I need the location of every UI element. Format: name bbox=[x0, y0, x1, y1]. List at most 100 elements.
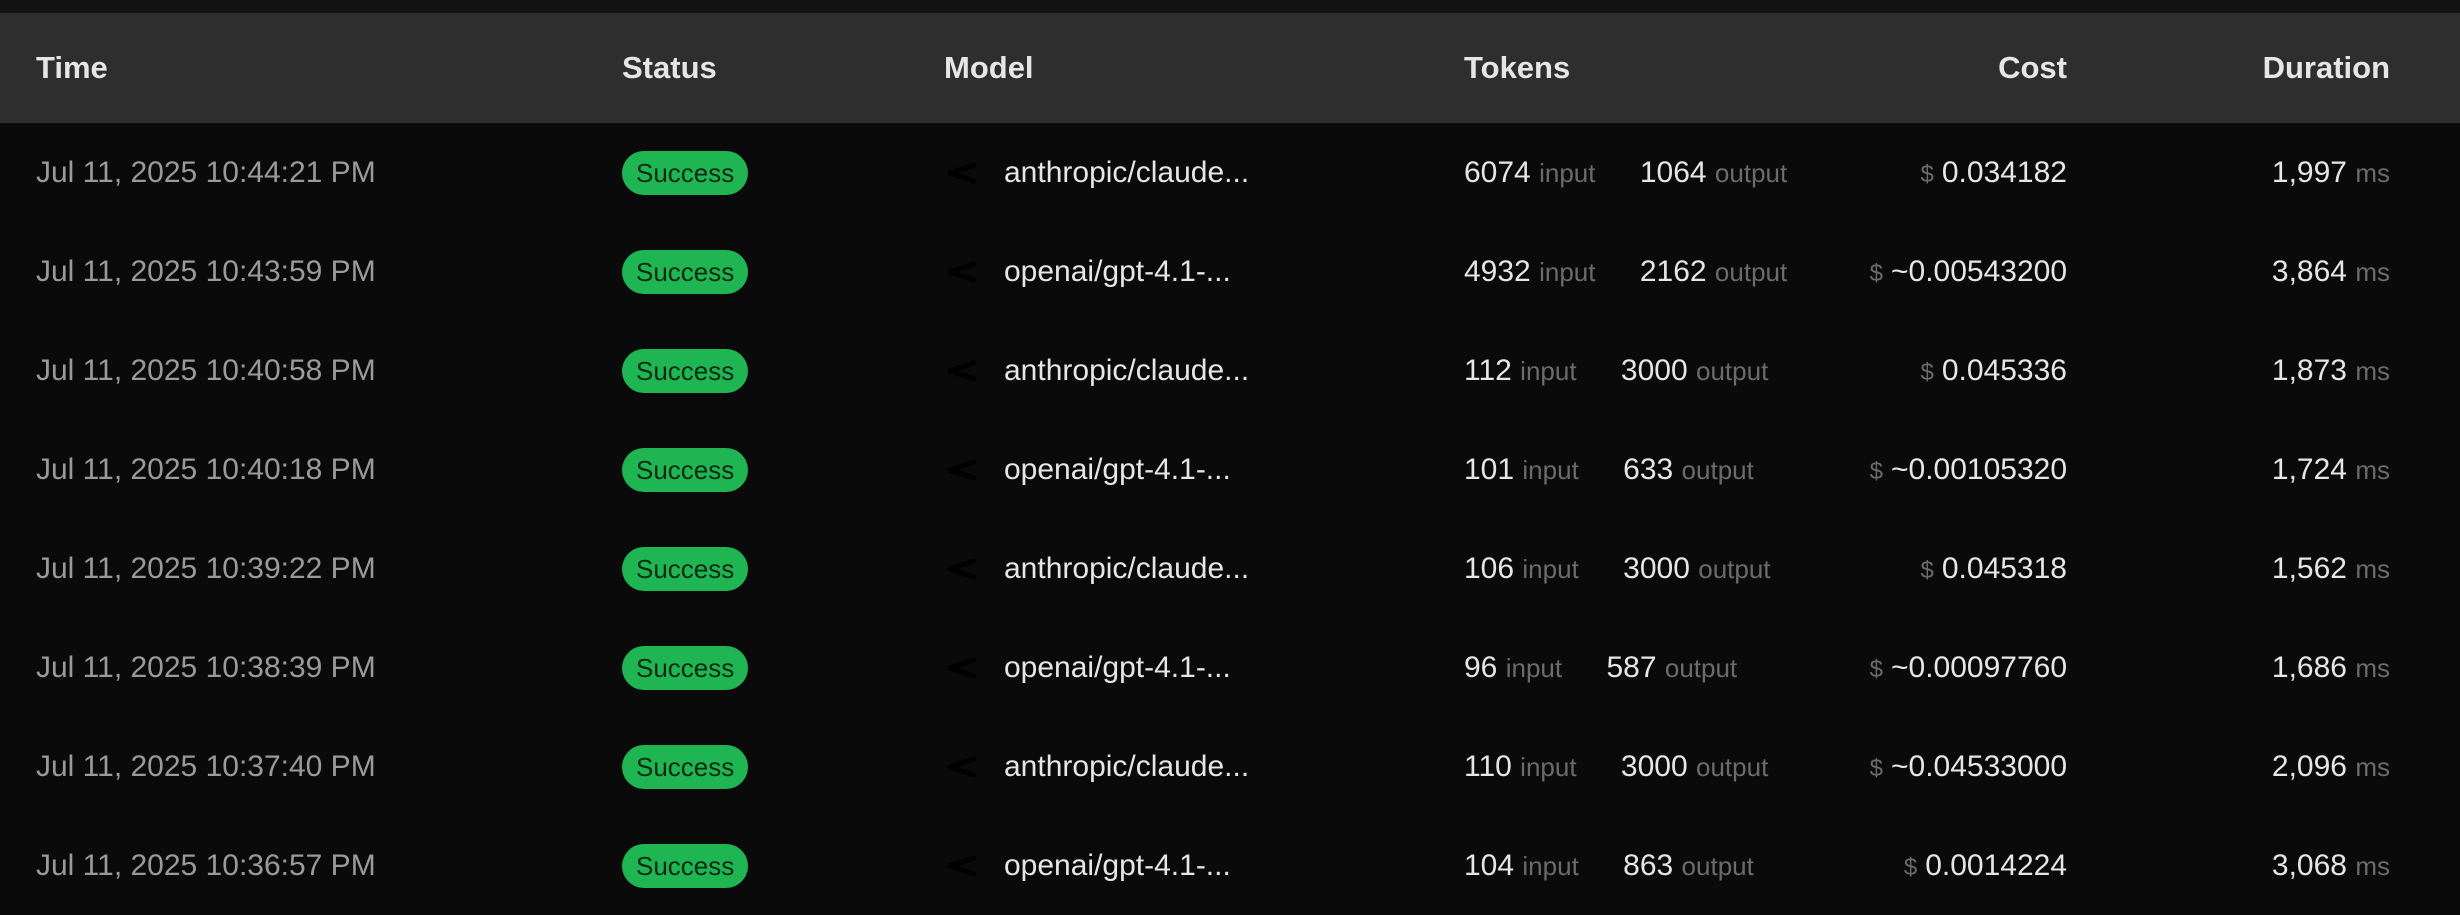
header-duration[interactable]: Duration bbox=[2263, 50, 2390, 86]
duration-value: 3,068 bbox=[2271, 848, 2347, 882]
table-row[interactable]: Jul 11, 2025 10:39:22 PM Success anthrop… bbox=[0, 519, 2460, 618]
table-row[interactable]: Jul 11, 2025 10:40:18 PM Success openai/… bbox=[0, 420, 2460, 519]
table-row[interactable]: Jul 11, 2025 10:40:58 PM Success anthrop… bbox=[0, 321, 2460, 420]
duration-value: 1,562 bbox=[2271, 551, 2347, 585]
tokens-output-label: output bbox=[1698, 553, 1771, 584]
row-duration: 1,873 ms bbox=[2272, 354, 2390, 388]
duration-value: 1,997 bbox=[2271, 155, 2347, 189]
table-row[interactable]: Jul 11, 2025 10:37:40 PM Success anthrop… bbox=[0, 717, 2460, 816]
header-time[interactable]: Time bbox=[0, 13, 622, 123]
tokens-input-label: input bbox=[1522, 454, 1579, 485]
row-cost: $0.034182 bbox=[1921, 156, 2068, 190]
tokens-output-label: output bbox=[1714, 157, 1788, 188]
table-row[interactable]: Jul 11, 2025 10:38:39 PM Success openai/… bbox=[0, 618, 2460, 717]
cost-value: 0.045318 bbox=[1941, 551, 2067, 585]
tokens-input: 106 input bbox=[1464, 552, 1579, 586]
row-time: Jul 11, 2025 10:39:22 PM bbox=[36, 551, 376, 585]
tokens-output-value: 2162 bbox=[1639, 254, 1707, 288]
provider-chevron-icon bbox=[944, 855, 1004, 877]
tokens-input-value: 96 bbox=[1464, 650, 1498, 684]
duration-value: 1,724 bbox=[2271, 452, 2347, 486]
row-model[interactable]: openai/gpt-4.1-... bbox=[1004, 849, 1231, 883]
currency-symbol: $ bbox=[1920, 556, 1934, 584]
cost-value: 0.0014224 bbox=[1925, 848, 2067, 882]
tokens-output: 1064 output bbox=[1640, 156, 1787, 190]
row-model[interactable]: openai/gpt-4.1-... bbox=[1004, 651, 1231, 685]
tokens-output-label: output bbox=[1681, 454, 1754, 485]
status-badge: Success bbox=[622, 546, 749, 591]
header-status[interactable]: Status bbox=[622, 13, 944, 123]
tokens-output-value: 587 bbox=[1606, 650, 1657, 684]
header-tokens[interactable]: Tokens bbox=[1464, 50, 1570, 85]
duration-unit: ms bbox=[2355, 652, 2390, 683]
duration-unit: ms bbox=[2355, 553, 2390, 584]
row-duration: 1,997 ms bbox=[2272, 156, 2390, 190]
row-model[interactable]: anthropic/claude... bbox=[1004, 552, 1249, 586]
currency-symbol: $ bbox=[1869, 259, 1883, 287]
duration-unit: ms bbox=[2355, 256, 2390, 287]
top-bar bbox=[0, 0, 2460, 13]
row-model[interactable]: anthropic/claude... bbox=[1004, 156, 1249, 190]
tokens-input-label: input bbox=[1522, 850, 1579, 881]
row-model[interactable]: anthropic/claude... bbox=[1004, 354, 1249, 388]
row-time: Jul 11, 2025 10:40:58 PM bbox=[36, 353, 376, 387]
cost-value: ~0.00543200 bbox=[1890, 254, 2067, 288]
table-row[interactable]: Jul 11, 2025 10:43:59 PM Success openai/… bbox=[0, 222, 2460, 321]
row-time: Jul 11, 2025 10:36:57 PM bbox=[36, 848, 376, 882]
row-time: Jul 11, 2025 10:40:18 PM bbox=[36, 452, 376, 486]
tokens-input-value: 106 bbox=[1464, 551, 1515, 585]
tokens-output-value: 633 bbox=[1623, 452, 1674, 486]
tokens-input-label: input bbox=[1539, 256, 1596, 287]
status-badge: Success bbox=[622, 447, 749, 492]
row-model[interactable]: anthropic/claude... bbox=[1004, 750, 1249, 784]
tokens-input-value: 4932 bbox=[1464, 254, 1531, 288]
provider-chevron-icon bbox=[944, 756, 1004, 778]
header-model[interactable]: Model bbox=[944, 13, 1464, 123]
duration-value: 1,873 bbox=[2271, 353, 2347, 387]
row-model[interactable]: openai/gpt-4.1-... bbox=[1004, 453, 1231, 487]
tokens-output-value: 1064 bbox=[1639, 155, 1707, 189]
row-cost: $ ~0.04533000 bbox=[1870, 750, 2067, 784]
tokens-output: 3000 output bbox=[1621, 354, 1768, 388]
provider-chevron-icon bbox=[944, 360, 1004, 382]
currency-symbol: $ bbox=[1869, 457, 1883, 485]
tokens-input: 104 input bbox=[1464, 849, 1579, 883]
tokens-output: 2162 output bbox=[1640, 255, 1787, 289]
currency-symbol: $ bbox=[1869, 754, 1883, 782]
tokens-output-value: 3000 bbox=[1620, 749, 1688, 783]
row-cost: $0.045318 bbox=[1921, 552, 2068, 586]
tokens-input-value: 110 bbox=[1464, 749, 1512, 783]
tokens-input: 96 input bbox=[1464, 651, 1562, 685]
tokens-input-value: 6074 bbox=[1464, 155, 1531, 189]
table-row[interactable]: Jul 11, 2025 10:36:57 PM Success openai/… bbox=[0, 816, 2460, 915]
header-tokens-cost-duration: Tokens Cost Duration bbox=[1464, 13, 2460, 123]
tokens-output: 3000 output bbox=[1623, 552, 1770, 586]
cost-value: ~0.04533000 bbox=[1890, 749, 2067, 783]
tokens-input: 6074 input bbox=[1464, 156, 1595, 190]
row-cost: $0.0014224 bbox=[1904, 849, 2067, 883]
row-duration: 3,068 ms bbox=[2272, 849, 2390, 883]
duration-unit: ms bbox=[2355, 157, 2390, 188]
row-model[interactable]: openai/gpt-4.1-... bbox=[1004, 255, 1231, 289]
tokens-output: 587 output bbox=[1606, 651, 1737, 685]
header-cost[interactable]: Cost bbox=[1998, 50, 2067, 86]
row-time: Jul 11, 2025 10:38:39 PM bbox=[36, 650, 376, 684]
tokens-input-value: 101 bbox=[1464, 452, 1515, 486]
duration-value: 1,686 bbox=[2271, 650, 2347, 684]
tokens-input: 112 input bbox=[1464, 354, 1577, 388]
currency-symbol: $ bbox=[1920, 358, 1934, 386]
status-badge: Success bbox=[622, 645, 749, 690]
currency-symbol: $ bbox=[1903, 853, 1918, 881]
cost-value: 0.045336 bbox=[1941, 353, 2067, 387]
tokens-input-value: 112 bbox=[1464, 353, 1512, 387]
tokens-input-label: input bbox=[1539, 157, 1596, 188]
tokens-output-label: output bbox=[1696, 751, 1769, 782]
status-badge: Success bbox=[622, 843, 749, 888]
duration-unit: ms bbox=[2355, 850, 2390, 881]
cost-value: 0.034182 bbox=[1941, 155, 2067, 189]
status-badge: Success bbox=[622, 744, 749, 789]
tokens-input-value: 104 bbox=[1464, 848, 1515, 882]
table-row[interactable]: Jul 11, 2025 10:44:21 PM Success anthrop… bbox=[0, 123, 2460, 222]
tokens-input: 101 input bbox=[1464, 453, 1579, 487]
row-cost: $0.045336 bbox=[1921, 354, 2068, 388]
